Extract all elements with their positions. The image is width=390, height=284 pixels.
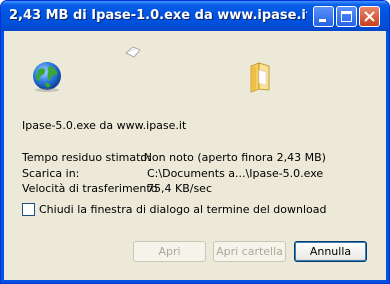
title-bar[interactable]: 2,43 MB di Ipase-1.0.exe da www.ipase.it… bbox=[1, 1, 389, 31]
maximize-button[interactable] bbox=[336, 6, 357, 27]
close-icon bbox=[364, 11, 375, 22]
minimize-icon bbox=[319, 19, 326, 22]
download-dialog: 2,43 MB di Ipase-1.0.exe da www.ipase.it… bbox=[0, 0, 390, 284]
open-button[interactable]: Apri bbox=[133, 241, 206, 262]
time-remaining-value: :Non noto (aperto finora 2,43 MB) bbox=[140, 151, 326, 164]
close-button[interactable] bbox=[359, 6, 380, 27]
cancel-button[interactable]: Annulla bbox=[294, 241, 367, 262]
close-on-complete-label[interactable]: Chiudi la finestra di dialogo al termine… bbox=[39, 203, 327, 216]
download-to-value: C:\Documents a...\Ipase-5.0.exe bbox=[147, 167, 324, 180]
open-folder-button[interactable]: Apri cartella bbox=[213, 241, 286, 262]
window-frame-right bbox=[386, 31, 389, 283]
close-on-complete-checkbox[interactable] bbox=[22, 203, 35, 216]
minimize-button[interactable] bbox=[313, 6, 334, 27]
maximize-icon bbox=[341, 11, 352, 22]
transfer-rate-value: 75,4 KB/sec bbox=[147, 182, 213, 195]
folder-icon bbox=[250, 62, 270, 93]
file-source-text: Ipase-5.0.exe da www.ipase.it bbox=[22, 119, 187, 132]
download-to-label: Scarica in: bbox=[22, 167, 80, 180]
window-frame-bottom bbox=[1, 280, 389, 283]
window-title: 2,43 MB di Ipase-1.0.exe da www.ipase.it… bbox=[9, 8, 307, 23]
flying-paper-icon bbox=[125, 46, 141, 58]
window-frame-left bbox=[1, 31, 4, 283]
transfer-rate-label: Velocità di trasferimento bbox=[22, 182, 158, 195]
globe-icon bbox=[33, 62, 61, 92]
time-remaining-label: Tempo residuo stimato: bbox=[22, 151, 151, 164]
